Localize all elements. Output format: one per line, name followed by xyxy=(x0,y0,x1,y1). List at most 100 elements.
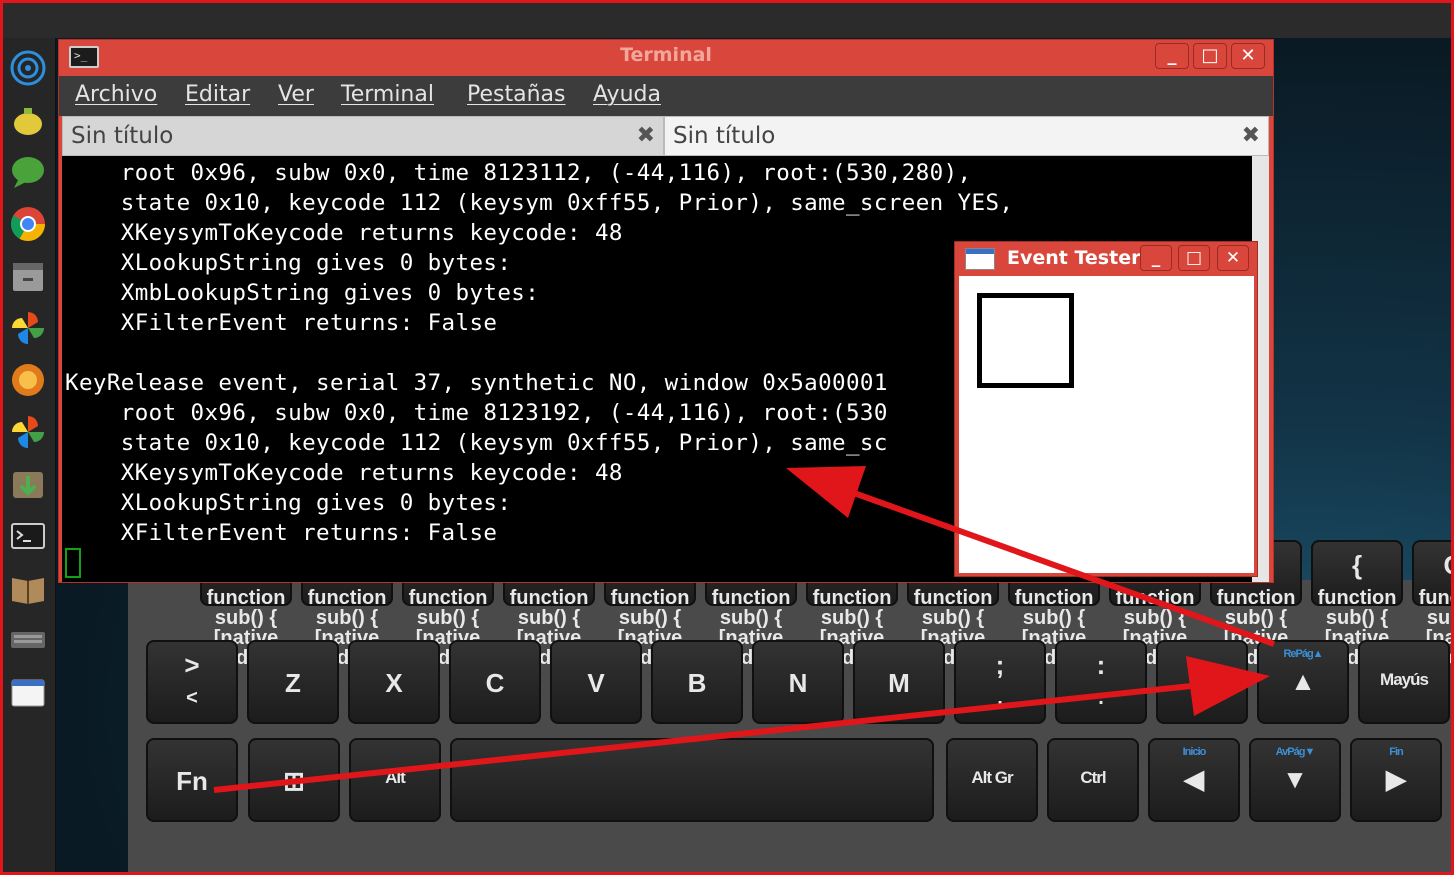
close-button[interactable]: ✕ xyxy=(1217,245,1249,271)
menu-bar: Archivo Editar Ver Terminal Pestañas Ayu… xyxy=(59,76,1273,116)
key-label: { xyxy=(1351,550,1363,580)
keyboard-key: AvPág▼ ▼ xyxy=(1249,738,1341,822)
maximize-button[interactable]: □ xyxy=(1178,245,1210,271)
terminal-line: state 0x10, keycode 112 (keysym 0xff55, … xyxy=(65,430,888,456)
keyboard-key: Fn xyxy=(146,738,238,822)
keyboard-key: Inicio ◀ xyxy=(1148,738,1240,822)
keyboard-icon[interactable] xyxy=(8,620,48,660)
key-label: ◀ xyxy=(1184,764,1204,794)
key-label: N xyxy=(788,668,808,698)
keyboard-key: Ç}function sub() { [native code] } xyxy=(1412,540,1454,668)
event-tester-canvas[interactable] xyxy=(959,276,1254,573)
key-secondary-label: Fin xyxy=(1389,746,1404,758)
terminal-launcher-icon[interactable] xyxy=(8,516,48,556)
book-icon[interactable] xyxy=(8,568,48,608)
window-icon[interactable] xyxy=(8,672,48,712)
maximize-button[interactable]: □ xyxy=(1193,43,1227,69)
keyboard-key: :. xyxy=(1055,640,1147,724)
key-sub-label: , xyxy=(997,687,1003,709)
event-tester-window[interactable]: Event Tester _ □ ✕ xyxy=(954,241,1258,577)
key-secondary-label: AvPág▼ xyxy=(1275,746,1316,758)
key-label: > xyxy=(184,650,200,680)
minimize-button[interactable]: _ xyxy=(1155,43,1189,69)
key-secondary-label: Inicio xyxy=(1182,746,1207,758)
terminal-titlebar[interactable]: >_ Terminal _ □ ✕ xyxy=(59,40,1273,74)
terminal-line: XLookupString gives 0 bytes: xyxy=(65,490,512,516)
keyboard-key xyxy=(450,738,934,822)
key-label: Ç} xyxy=(1443,550,1454,580)
launcher xyxy=(0,38,56,875)
terminal-cursor xyxy=(65,548,81,578)
keyboard-key: _ - xyxy=(1156,640,1248,724)
key-label: Alt xyxy=(385,768,406,787)
keyboard-key: Fin ▶ xyxy=(1350,738,1442,822)
teapot-icon[interactable] xyxy=(8,100,48,140)
keyboard-key: N xyxy=(752,640,844,724)
menu-ver[interactable]: Ver xyxy=(278,82,314,107)
chat-icon[interactable] xyxy=(8,152,48,192)
xfce-icon[interactable] xyxy=(8,360,48,400)
files-icon[interactable] xyxy=(8,256,48,296)
tab-label: Sin título xyxy=(71,123,174,149)
terminal-line: XKeysymToKeycode returns keycode: 48 xyxy=(65,460,623,486)
pinwheel-icon[interactable] xyxy=(8,308,48,348)
terminal-line: XmbLookupString gives 0 bytes: xyxy=(65,280,540,306)
keyboard-key: Z xyxy=(247,640,339,724)
key-label: : xyxy=(1096,650,1106,680)
key-label: ▼ xyxy=(1282,764,1308,794)
keyboard-key: > < xyxy=(146,640,238,724)
terminal-line: state 0x10, keycode 112 (keysym 0xff55, … xyxy=(65,190,1014,216)
tab-close-icon[interactable]: ✖ xyxy=(1242,123,1260,148)
key-label: ; xyxy=(995,650,1005,680)
minimize-button[interactable]: _ xyxy=(1140,245,1172,271)
key-label: _ xyxy=(1194,650,1210,680)
key-secondary-label: RePág▲ xyxy=(1283,648,1323,660)
key-sub-label: - xyxy=(1198,687,1206,709)
key-label: Z xyxy=(285,668,301,698)
key-label: Mayús xyxy=(1380,670,1429,689)
key-label: C xyxy=(485,668,505,698)
keyboard-key: M xyxy=(853,640,945,724)
key-label: ⊞ xyxy=(283,766,305,796)
key-label: B xyxy=(687,668,707,698)
menu-ayuda[interactable]: Ayuda xyxy=(593,82,661,107)
event-tester-square xyxy=(977,293,1074,388)
menu-archivo[interactable]: Archivo xyxy=(75,82,157,107)
keyboard-photo: Afunction sub() { [native code] }Sfuncti… xyxy=(128,540,1454,875)
tab-2[interactable]: Sin título ✖ xyxy=(664,116,1269,156)
terminal-line: XFilterEvent returns: False xyxy=(65,310,498,336)
download-icon[interactable] xyxy=(8,464,48,504)
tab-1[interactable]: Sin título ✖ xyxy=(62,116,664,156)
keyboard-key: X xyxy=(348,640,440,724)
window-title: Event Tester xyxy=(1007,247,1141,269)
keyboard-key: B xyxy=(651,640,743,724)
tab-label: Sin título xyxy=(673,123,776,149)
key-label: V xyxy=(587,668,605,698)
keyboard-key: Alt Gr xyxy=(946,738,1038,822)
menu-pestanas[interactable]: Pestañas xyxy=(467,82,565,107)
terminal-line: root 0x96, subw 0x0, time 8123112, (-44,… xyxy=(65,160,972,186)
keyboard-key: {function sub() { [native code] } xyxy=(1311,540,1403,668)
pinwheel-icon-2[interactable] xyxy=(8,412,48,452)
menu-editar[interactable]: Editar xyxy=(185,82,250,107)
keyboard-key: Alt xyxy=(349,738,441,822)
terminal-line: XFilterEvent returns: False xyxy=(65,520,498,546)
chrome-icon[interactable] xyxy=(8,204,48,244)
window-app-icon xyxy=(965,248,995,270)
window-title: Terminal xyxy=(620,44,712,66)
keyboard-key: Ctrl xyxy=(1047,738,1139,822)
keyboard-key: Mayús xyxy=(1358,640,1450,724)
terminal-line: XKeysymToKeycode returns keycode: 48 xyxy=(65,220,623,246)
key-label: Ctrl xyxy=(1080,768,1106,787)
terminal-line: XLookupString gives 0 bytes: xyxy=(65,250,512,276)
terminal-line: KeyRelease event, serial 37, synthetic N… xyxy=(65,370,888,396)
tab-close-icon[interactable]: ✖ xyxy=(637,123,655,148)
keyboard-key: ;, xyxy=(954,640,1046,724)
keyboard-key: C xyxy=(449,640,541,724)
top-panel xyxy=(0,0,1454,38)
close-button[interactable]: ✕ xyxy=(1231,43,1265,69)
key-sub-label: . xyxy=(1098,687,1104,709)
key-label: Fn xyxy=(176,766,208,796)
ubuntu-dash-icon[interactable] xyxy=(8,48,48,88)
menu-terminal[interactable]: Terminal xyxy=(341,82,434,107)
